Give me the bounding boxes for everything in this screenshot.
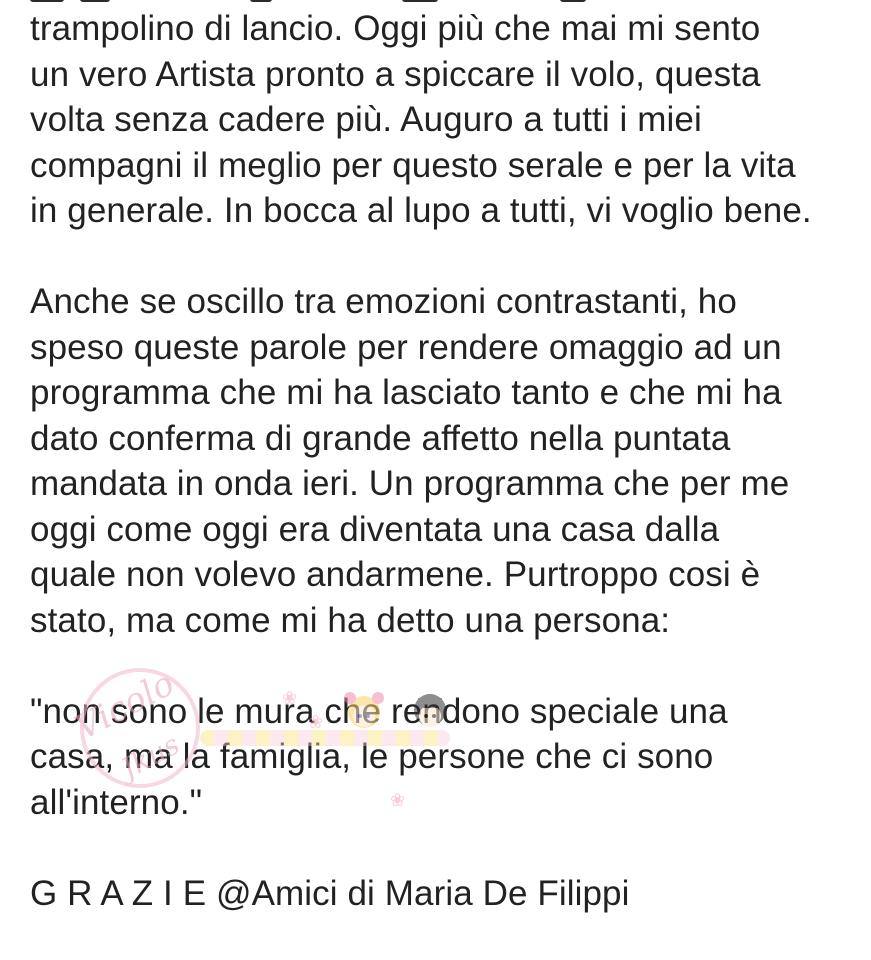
signature-mention[interactable]: G R A Z I E @Amici di Maria De Filippi: [30, 871, 860, 917]
text-line: casa, ma la famiglia, le persone che ci …: [30, 737, 714, 776]
text-line: compagni il meglio per questo serale e p…: [30, 145, 796, 185]
text-line: all'interno.": [30, 782, 203, 822]
text-line: in generale. In bocca al lupo a tutti, v…: [30, 191, 812, 230]
post-body: trampolino di lancio. Oggi più che mai m…: [30, 6, 860, 916]
text-line: trampolino di lancio. Oggi più che mai m…: [30, 9, 761, 48]
post-paragraph-1: trampolino di lancio. Oggi più che mai m…: [30, 6, 860, 234]
text-line: stato, ma come mi ha detto una persona:: [30, 600, 671, 640]
screenshot-page: trampolino di lancio. Oggi più che mai m…: [0, 0, 871, 960]
post-paragraph-2: Anche se oscillo tra emozioni contrastan…: [30, 279, 860, 643]
text-line: volta senza cadere più. Auguro a tutti i…: [30, 100, 702, 139]
post-quote: "non sono le mura che rendono speciale u…: [30, 689, 860, 826]
text-line: dato conferma di grande affetto nella pu…: [30, 418, 731, 458]
text-line: "non sono le mura che rendono speciale u…: [30, 691, 728, 731]
text-line: programma che mi ha lasciato tanto e che…: [30, 373, 782, 412]
text-line: un vero Artista pronto a spiccare il vol…: [30, 54, 761, 94]
text-line: Anche se oscillo tra emozioni contrastan…: [30, 282, 737, 321]
cropped-previous-line: [0, 0, 871, 4]
text-line: oggi come oggi era diventata una casa da…: [30, 509, 720, 549]
text-line: mandata in onda ieri. Un programma che p…: [30, 464, 790, 503]
text-line: speso queste parole per rendere omaggio …: [30, 327, 782, 367]
text-line: quale non volevo andarmene. Purtroppo co…: [30, 555, 761, 594]
